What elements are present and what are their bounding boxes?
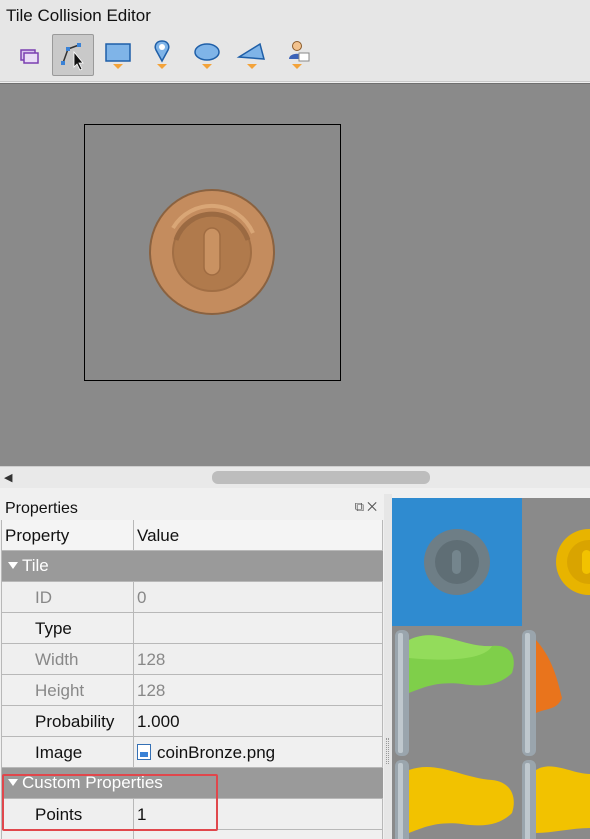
property-value[interactable]: 1: [134, 799, 383, 829]
property-row-id[interactable]: ID 0: [2, 582, 383, 613]
tile-flag-green[interactable]: [395, 630, 514, 756]
property-label: Image: [2, 737, 134, 767]
group-tile[interactable]: Tile: [2, 551, 383, 582]
select-objects-tool[interactable]: [8, 34, 50, 76]
edit-polygons-tool[interactable]: [52, 34, 94, 76]
property-row-width[interactable]: Width 128: [2, 644, 383, 675]
tile-boundary: [84, 124, 341, 381]
tileset-tiles: [395, 529, 590, 839]
insert-point-tool[interactable]: [141, 34, 183, 76]
property-row-image[interactable]: Image coinBronze.png: [2, 737, 383, 768]
property-value[interactable]: coinBronze.png: [134, 737, 383, 767]
empty-row: [2, 830, 383, 839]
image-file-icon: [137, 744, 151, 760]
insert-rectangle-tool[interactable]: [97, 34, 139, 76]
properties-header: Properties ⧉✕: [0, 494, 386, 520]
expand-arrow-icon[interactable]: [8, 562, 18, 569]
property-column-header[interactable]: Property: [2, 520, 134, 550]
float-panel-icon[interactable]: ⧉: [355, 499, 367, 514]
ellipse-icon: [194, 43, 220, 69]
group-label: Custom Properties: [22, 773, 163, 792]
select-objects-icon: [20, 49, 39, 64]
edit-polygons-icon: [61, 43, 84, 71]
value-column-header[interactable]: Value: [134, 520, 383, 550]
panel-splitter[interactable]: [384, 494, 392, 839]
property-label: Width: [2, 644, 134, 674]
property-value: 128: [134, 644, 383, 674]
property-label: ID: [2, 582, 134, 612]
property-value[interactable]: [134, 613, 383, 643]
property-value: 0: [134, 582, 383, 612]
insert-ellipse-tool[interactable]: [186, 34, 228, 76]
scroll-left-icon[interactable]: ◀: [4, 471, 16, 484]
tile-coin-grey[interactable]: [424, 529, 490, 595]
template-icon: [289, 41, 310, 69]
properties-table: Property Value Tile ID 0 Type Width 128 …: [1, 520, 383, 839]
horizontal-scrollbar[interactable]: ◀: [0, 466, 590, 488]
toolbar: [0, 30, 590, 82]
tileset-view[interactable]: [392, 498, 590, 839]
property-label: Points: [2, 799, 134, 829]
tile-coin-gold[interactable]: [556, 529, 590, 595]
property-value[interactable]: 1.000: [134, 706, 383, 736]
properties-panel: Properties ⧉✕ Property Value Tile ID 0 T…: [0, 494, 386, 839]
point-icon: [154, 40, 170, 69]
insert-template-tool[interactable]: [276, 34, 318, 76]
expand-arrow-icon[interactable]: [8, 779, 18, 786]
property-row-type[interactable]: Type: [2, 613, 383, 644]
scroll-thumb[interactable]: [212, 471, 430, 484]
group-custom-properties[interactable]: Custom Properties: [2, 768, 383, 799]
property-row-probability[interactable]: Probability 1.000: [2, 706, 383, 737]
property-row-height[interactable]: Height 128: [2, 675, 383, 706]
coin-bronze-image: [149, 189, 275, 315]
panel-title: Properties: [5, 500, 78, 517]
close-panel-icon[interactable]: ✕: [367, 499, 380, 514]
table-header: Property Value: [2, 520, 383, 551]
collision-canvas[interactable]: [0, 83, 590, 466]
property-label: Probability: [2, 706, 134, 736]
property-value: 128: [134, 675, 383, 705]
rectangle-icon: [105, 43, 131, 69]
tile-flag-orange[interactable]: [522, 630, 562, 756]
property-label: Type: [2, 613, 134, 643]
tile-flag-yellow[interactable]: [395, 760, 590, 839]
insert-polygon-tool[interactable]: [231, 34, 273, 76]
property-row-points[interactable]: Points 1: [2, 799, 383, 830]
group-label: Tile: [22, 556, 49, 575]
image-filename: coinBronze.png: [157, 743, 276, 762]
property-label: Height: [2, 675, 134, 705]
polygon-icon: [236, 42, 265, 69]
splitter-grip-icon[interactable]: [386, 738, 389, 764]
window-title: Tile Collision Editor: [0, 0, 590, 30]
